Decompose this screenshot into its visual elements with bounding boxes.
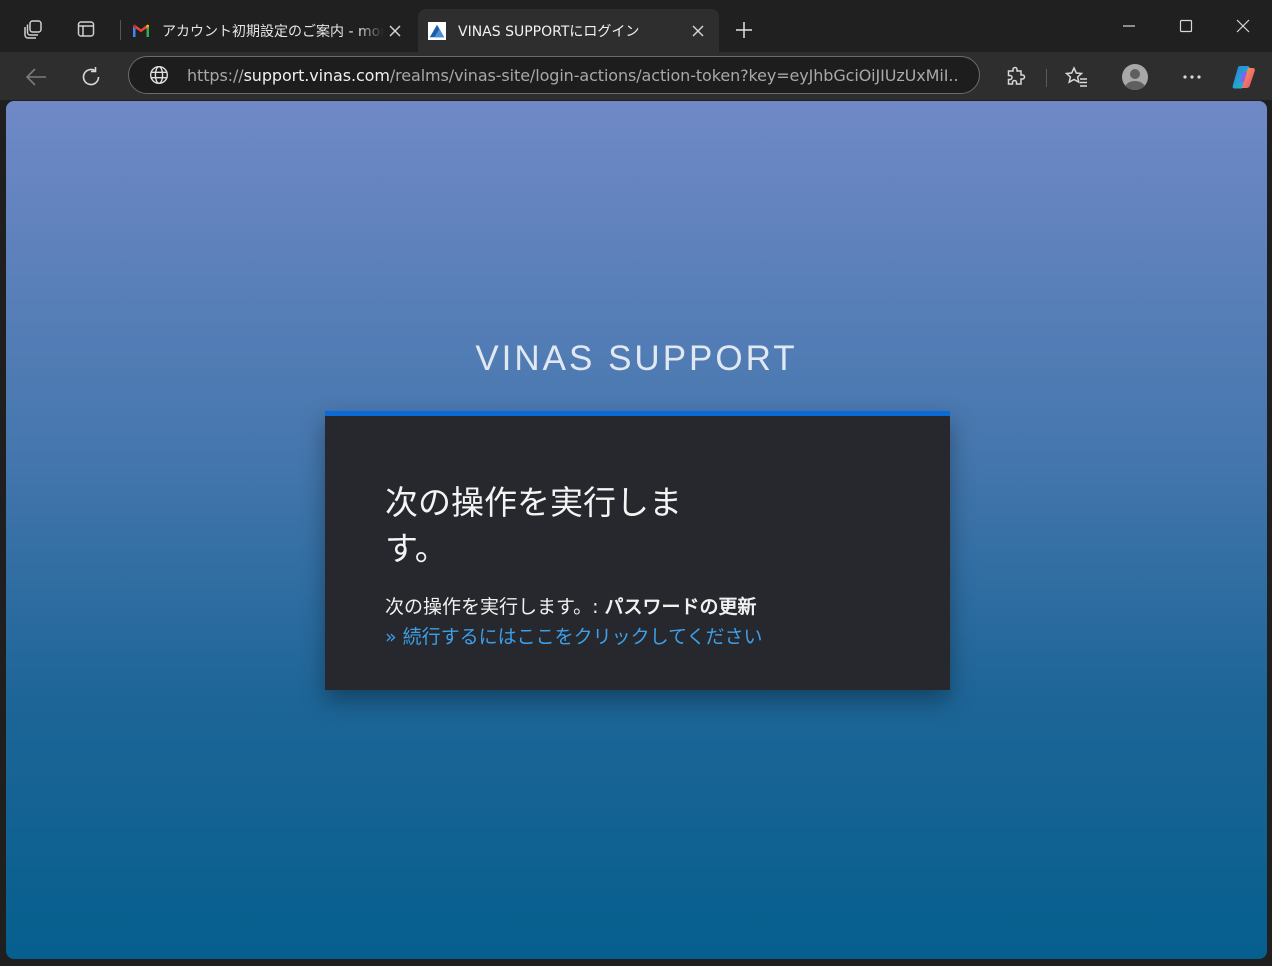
close-icon <box>692 25 704 36</box>
url-text[interactable]: https://support.vinas.com/realms/vinas-s… <box>187 66 959 85</box>
browser-toolbar: https://support.vinas.com/realms/vinas-s… <box>0 52 1272 100</box>
tab-actions-icon <box>77 21 95 37</box>
close-icon <box>1236 19 1250 33</box>
maximize-button[interactable] <box>1163 6 1209 46</box>
puzzle-icon <box>1007 66 1026 85</box>
minimize-button[interactable] <box>1106 6 1152 46</box>
tab-vinas-login[interactable]: VINAS SUPPORTにログイン <box>418 9 719 52</box>
vertical-tabs-button[interactable] <box>69 12 103 46</box>
tab-gmail[interactable]: アカウント初期設定のご案内 - morim <box>122 9 416 52</box>
address-bar[interactable]: https://support.vinas.com/realms/vinas-s… <box>128 56 980 94</box>
favorites-star-icon <box>1065 66 1087 87</box>
refresh-icon <box>82 67 100 86</box>
url-scheme: https:// <box>187 65 244 85</box>
action-card: 次の操作を実行します。 次の操作を実行します。: パスワードの更新 » 続行する… <box>325 411 950 690</box>
new-tab-button[interactable] <box>728 14 760 46</box>
more-dots-icon <box>1183 75 1201 79</box>
close-window-button[interactable] <box>1220 6 1266 46</box>
page-viewport: VINAS SUPPORT 次の操作を実行します。 次の操作を実行します。: パ… <box>6 101 1267 959</box>
tab-separator <box>120 20 121 40</box>
required-action-name: パスワードの更新 <box>604 596 757 618</box>
url-path: /realms/vinas-site/login-actions/action-… <box>389 65 959 85</box>
brand-header: VINAS SUPPORT <box>475 339 798 378</box>
extensions-button[interactable] <box>999 60 1033 94</box>
tab-title: アカウント初期設定のご案内 - morim <box>162 23 384 40</box>
tab-title: VINAS SUPPORTにログイン <box>458 23 640 40</box>
back-arrow-icon <box>25 68 46 86</box>
card-title: 次の操作を実行します。 <box>385 483 682 568</box>
continue-link[interactable]: » 続行するにはここをクリックしてください <box>385 622 763 649</box>
tab-strip: アカウント初期設定のご案内 - morim VINAS SUPPORTにログイン <box>0 0 1272 52</box>
copilot-button[interactable] <box>1227 60 1261 94</box>
action-message: 次の操作を実行します。: パスワードの更新 <box>385 592 757 619</box>
maximize-icon <box>1179 19 1193 33</box>
profile-button[interactable] <box>1118 60 1152 94</box>
toolbar-separator <box>1046 69 1047 87</box>
action-message-prefix: 次の操作を実行します。: <box>385 596 605 618</box>
copilot-icon <box>1232 66 1255 89</box>
tab-close-button[interactable] <box>384 20 406 42</box>
plus-icon <box>736 22 752 38</box>
avatar-icon <box>1122 64 1148 90</box>
close-icon <box>389 25 401 36</box>
vinas-logo-icon <box>428 21 446 40</box>
workspaces-button[interactable] <box>16 12 50 46</box>
settings-more-button[interactable] <box>1175 60 1209 94</box>
tab-close-button[interactable] <box>687 20 709 42</box>
workspaces-icon <box>24 20 42 39</box>
url-host: support.vinas.com <box>243 65 390 85</box>
refresh-button[interactable] <box>74 60 108 94</box>
minimize-icon <box>1123 25 1135 27</box>
back-button[interactable] <box>19 60 53 94</box>
favorites-button[interactable] <box>1060 60 1094 94</box>
globe-icon[interactable] <box>147 63 171 87</box>
gmail-icon <box>132 22 150 40</box>
